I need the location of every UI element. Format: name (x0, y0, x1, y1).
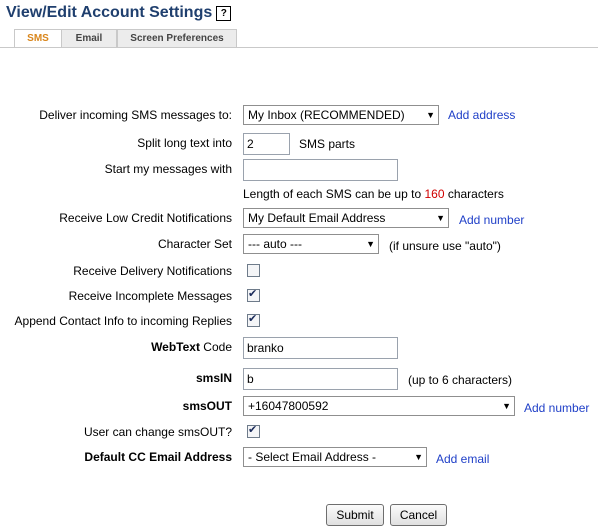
check-icon: ✔ (248, 313, 258, 325)
default-cc-select[interactable]: - Select Email Address - ▼ (243, 447, 427, 467)
charset-select[interactable]: --- auto --- ▼ (243, 234, 379, 254)
tab-screen-preferences[interactable]: Screen Preferences (117, 29, 237, 47)
low-credit-row: Receive Low Credit Notifications My Defa… (0, 206, 598, 230)
deliver-select-value: My Inbox (RECOMMENDED) (248, 108, 405, 122)
tab-sms[interactable]: SMS (14, 29, 62, 48)
chevron-down-icon: ▼ (366, 239, 375, 249)
webtext-code-label-bold: WebText (151, 340, 200, 354)
webtext-code-input[interactable] (243, 337, 398, 359)
delivery-notifications-row: Receive Delivery Notifications (0, 259, 598, 283)
split-row: Split long text into SMS parts (0, 131, 598, 155)
user-change-row: User can change smsOUT? ✔ (0, 420, 598, 444)
chevron-down-icon: ▼ (426, 110, 435, 120)
smsout-label: smsOUT (182, 399, 232, 413)
smsin-row: smsIN (up to 6 characters) (0, 366, 598, 390)
chevron-down-icon: ▼ (414, 452, 423, 462)
add-number-link-smsout[interactable]: Add number (524, 396, 589, 420)
deliver-row: Deliver incoming SMS messages to: My Inb… (0, 103, 598, 127)
smsin-note: (up to 6 characters) (408, 373, 513, 387)
length-note-suffix: characters (444, 187, 504, 201)
deliver-label: Deliver incoming SMS messages to: (39, 108, 232, 122)
tab-divider (0, 47, 598, 48)
smsout-row: smsOUT +16047800592 ▼ Add number (0, 394, 598, 418)
incomplete-messages-checkbox[interactable]: ✔ (247, 288, 260, 302)
append-contact-checkbox[interactable]: ✔ (247, 313, 260, 327)
smsout-select[interactable]: +16047800592 ▼ (243, 396, 515, 416)
incomplete-messages-row: Receive Incomplete Messages ✔ (0, 284, 598, 308)
incomplete-messages-label: Receive Incomplete Messages (68, 289, 232, 303)
tab-email[interactable]: Email (61, 29, 117, 47)
low-credit-select-value: My Default Email Address (248, 211, 386, 225)
low-credit-select[interactable]: My Default Email Address ▼ (243, 208, 449, 228)
length-note-row: Length of each SMS can be up to 160 char… (0, 182, 598, 206)
user-change-label: User can change smsOUT? (83, 425, 232, 439)
start-row: Start my messages with (0, 157, 598, 181)
default-cc-label: Default CC Email Address (84, 450, 232, 464)
chevron-down-icon: ▼ (502, 401, 511, 411)
cancel-button[interactable]: Cancel (390, 504, 447, 526)
deliver-select[interactable]: My Inbox (RECOMMENDED) ▼ (243, 105, 439, 125)
default-cc-select-value: - Select Email Address - (248, 450, 377, 464)
add-address-link[interactable]: Add address (448, 103, 515, 127)
webtext-code-label-rest: Code (199, 340, 232, 354)
split-suffix: SMS parts (299, 137, 356, 151)
split-label: Split long text into (137, 136, 232, 150)
help-icon[interactable]: ? (216, 6, 232, 21)
append-contact-label: Append Contact Info to incoming Replies (14, 314, 232, 328)
charset-label: Character Set (157, 237, 232, 251)
append-contact-row: Append Contact Info to incoming Replies … (0, 309, 598, 333)
chevron-down-icon: ▼ (436, 213, 445, 223)
page-title-text: View/Edit Account Settings (6, 4, 213, 21)
length-note-number: 160 (424, 187, 445, 201)
start-label: Start my messages with (104, 162, 232, 176)
start-message-input[interactable] (243, 159, 398, 181)
charset-note: (if unsure use "auto") (389, 239, 501, 253)
page-title: View/Edit Account Settings? (6, 4, 232, 22)
charset-select-value: --- auto --- (248, 237, 302, 251)
delivery-notifications-checkbox[interactable] (247, 264, 260, 277)
add-email-link[interactable]: Add email (436, 447, 489, 471)
user-change-checkbox[interactable]: ✔ (247, 424, 260, 438)
delivery-notifications-label: Receive Delivery Notifications (73, 264, 232, 278)
smsout-select-value: +16047800592 (248, 399, 329, 413)
check-icon: ✔ (248, 288, 258, 300)
smsin-input[interactable] (243, 368, 398, 390)
smsin-label: smsIN (195, 371, 232, 385)
check-icon: ✔ (248, 424, 258, 436)
charset-row: Character Set --- auto --- ▼ (if unsure u… (0, 232, 598, 256)
submit-button[interactable]: Submit (326, 504, 384, 526)
webtext-code-label: WebText Code (151, 335, 232, 359)
default-cc-row: Default CC Email Address - Select Email … (0, 445, 598, 469)
split-parts-input[interactable] (243, 133, 290, 155)
length-note: Length of each SMS can be up to 160 char… (243, 182, 504, 206)
length-note-prefix: Length of each SMS can be up to (243, 187, 425, 201)
low-credit-label: Receive Low Credit Notifications (59, 211, 232, 225)
add-number-link-low-credit[interactable]: Add number (459, 208, 524, 232)
webtext-code-row: WebText Code (0, 335, 598, 359)
